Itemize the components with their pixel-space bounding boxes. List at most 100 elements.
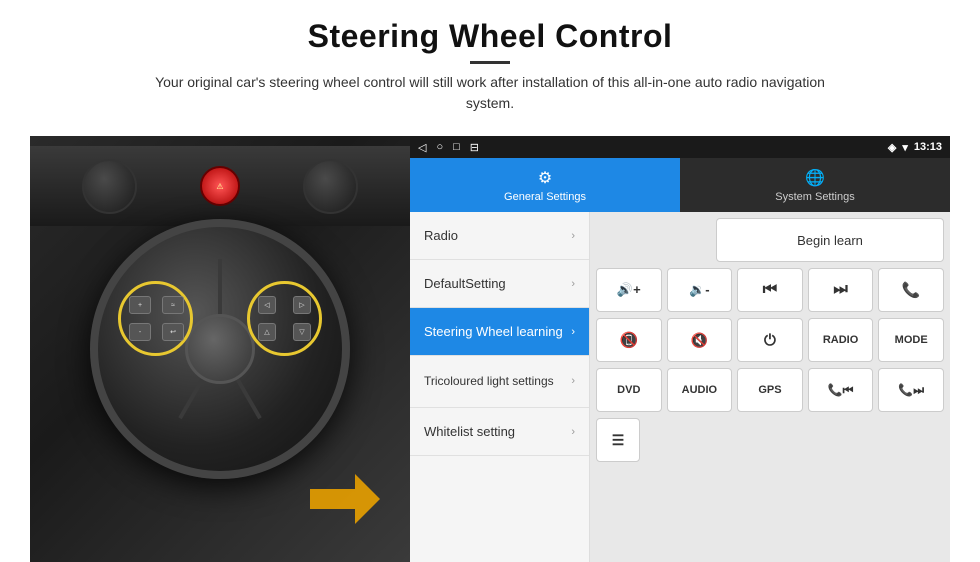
vol-up-button[interactable]: 🔊+ xyxy=(596,268,662,312)
main-content: Radio › DefaultSetting › Steering Wheel … xyxy=(410,212,950,562)
list-button[interactable]: ☰ xyxy=(596,418,640,462)
ctrl-row-1: 🔊+ 🔉- ⏮ ⏭ 📞 xyxy=(596,268,944,312)
android-section: ◁ ○ □ ⊟ ◈ ▾ 13:13 ⚙ General Settings xyxy=(410,136,950,562)
btn-circle-left: + - ≈ ↩ xyxy=(118,281,193,356)
status-right: ◈ ▾ 13:13 xyxy=(888,141,942,154)
arrow-container xyxy=(310,469,380,534)
call-icon: 📞 xyxy=(902,281,921,299)
hangup-icon: 📵 xyxy=(619,331,638,349)
dvd-button[interactable]: DVD xyxy=(596,368,662,412)
ctrl-row-0: Begin learn xyxy=(596,218,944,262)
title-divider xyxy=(470,61,510,64)
audio-button[interactable]: AUDIO xyxy=(667,368,733,412)
prev-track-icon: ⏮ xyxy=(763,281,777,299)
mode-label: MODE xyxy=(895,334,928,346)
steering-center xyxy=(185,314,255,384)
menu-radio-label: Radio xyxy=(424,228,458,243)
mute-button[interactable]: 🔇 xyxy=(667,318,733,362)
menu-tricoloured-label: Tricoloured light settings xyxy=(424,374,554,390)
menu-item-whitelist[interactable]: Whitelist setting › xyxy=(410,408,589,456)
power-button[interactable]: ⏻ xyxy=(737,318,803,362)
btn-r3: △ xyxy=(258,323,276,341)
hangup-button[interactable]: 📵 xyxy=(596,318,662,362)
tab-system-label: System Settings xyxy=(775,191,854,203)
menu-item-default[interactable]: DefaultSetting › xyxy=(410,260,589,308)
dvd-label: DVD xyxy=(617,384,640,396)
car-image-section: ⚠ + xyxy=(30,136,410,562)
tab-general-label: General Settings xyxy=(504,191,586,203)
system-settings-icon: 🌐 xyxy=(805,168,825,188)
steering-wheel-outer xyxy=(90,219,350,479)
btn-vol-minus: - xyxy=(129,323,151,341)
btn-mode: ≈ xyxy=(162,296,184,314)
subtitle: Your original car's steering wheel contr… xyxy=(140,72,840,114)
tab-bar: ⚙ General Settings 🌐 System Settings xyxy=(410,158,950,212)
tab-general[interactable]: ⚙ General Settings xyxy=(410,158,680,212)
vol-down-icon: 🔉- xyxy=(689,282,710,298)
ctrl-row-4: ☰ xyxy=(596,418,944,462)
mute-icon: 🔇 xyxy=(691,332,708,349)
page-wrapper: Steering Wheel Control Your original car… xyxy=(0,0,980,562)
menu-default-label: DefaultSetting xyxy=(424,276,506,291)
nav-home-icon: ○ xyxy=(436,141,443,153)
tel-next-button[interactable]: 📞⏭ xyxy=(878,368,944,412)
btn-tel: ↩ xyxy=(162,323,184,341)
begin-learn-button[interactable]: Begin learn xyxy=(716,218,944,262)
content-area: ⚠ + xyxy=(30,136,950,562)
empty-space-0 xyxy=(596,218,711,262)
menu-whitelist-label: Whitelist setting xyxy=(424,424,515,439)
menu-steering-label: Steering Wheel learning xyxy=(424,324,563,339)
btn-vol-plus: + xyxy=(129,296,151,314)
btn-r4: ▽ xyxy=(293,323,311,341)
ctrl-row-2: 📵 🔇 ⏻ RADIO MODE xyxy=(596,318,944,362)
steering-wheel-container: + - ≈ ↩ ◁ ▷ △ ▽ xyxy=(90,219,350,479)
steering-bg: ⚠ + xyxy=(30,136,410,562)
prev-track-button[interactable]: ⏮ xyxy=(737,268,803,312)
general-settings-icon: ⚙ xyxy=(538,168,552,188)
next-track-button[interactable]: ⏭ xyxy=(808,268,874,312)
next-track-icon: ⏭ xyxy=(833,281,847,299)
warning-indicator: ⚠ xyxy=(200,166,240,206)
chevron-icon-steering: › xyxy=(571,326,575,338)
status-bar: ◁ ○ □ ⊟ ◈ ▾ 13:13 xyxy=(410,136,950,158)
menu-item-tricoloured[interactable]: Tricoloured light settings › xyxy=(410,356,589,408)
control-panel: Begin learn 🔊+ 🔉- ⏮ xyxy=(590,212,950,562)
vol-down-button[interactable]: 🔉- xyxy=(667,268,733,312)
menu-item-radio[interactable]: Radio › xyxy=(410,212,589,260)
gauge-left xyxy=(82,159,137,214)
vol-up-icon: 🔊+ xyxy=(617,282,641,298)
ctrl-row-3: DVD AUDIO GPS 📞⏮ 📞⏭ xyxy=(596,368,944,412)
gps-button[interactable]: GPS xyxy=(737,368,803,412)
gauge-right xyxy=(303,159,358,214)
gps-label: GPS xyxy=(758,384,781,396)
menu-panel: Radio › DefaultSetting › Steering Wheel … xyxy=(410,212,590,562)
menu-item-steering[interactable]: Steering Wheel learning › xyxy=(410,308,589,356)
audio-label: AUDIO xyxy=(682,384,717,396)
radio-label: RADIO xyxy=(823,334,858,346)
tel-prev-button[interactable]: 📞⏮ xyxy=(808,368,874,412)
list-icon: ☰ xyxy=(612,432,625,449)
page-title: Steering Wheel Control xyxy=(140,18,840,55)
chevron-icon-tricoloured: › xyxy=(571,374,575,388)
chevron-icon-whitelist: › xyxy=(571,426,575,438)
time-display: 13:13 xyxy=(914,141,942,153)
nav-menu-icon: ⊟ xyxy=(470,141,479,154)
tel-prev-icon: 📞⏮ xyxy=(828,383,854,398)
chevron-icon-radio: › xyxy=(571,230,575,242)
status-left: ◁ ○ □ ⊟ xyxy=(418,141,479,154)
signal-icon: ▾ xyxy=(902,141,908,154)
dashboard-bg: ⚠ xyxy=(30,146,410,226)
tel-next-icon: 📞⏭ xyxy=(898,383,924,398)
title-section: Steering Wheel Control Your original car… xyxy=(140,18,840,128)
direction-arrow xyxy=(310,469,380,529)
nav-recent-icon: □ xyxy=(453,141,460,153)
mode-button[interactable]: MODE xyxy=(878,318,944,362)
radio-button[interactable]: RADIO xyxy=(808,318,874,362)
chevron-icon-default: › xyxy=(571,278,575,290)
tab-system[interactable]: 🌐 System Settings xyxy=(680,158,950,212)
nav-back-icon: ◁ xyxy=(418,141,426,154)
power-icon: ⏻ xyxy=(764,332,776,349)
call-button[interactable]: 📞 xyxy=(878,268,944,312)
btn-circle-right: ◁ ▷ △ ▽ xyxy=(247,281,322,356)
btn-r2: ▷ xyxy=(293,296,311,314)
